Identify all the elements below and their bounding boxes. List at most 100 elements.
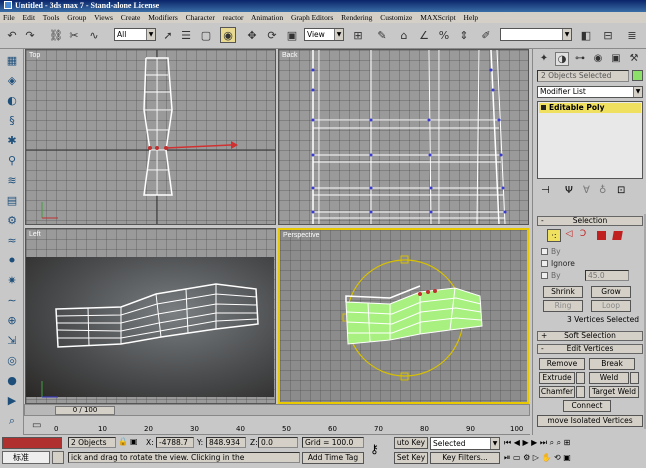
menu-customize[interactable]: Customize [380,13,412,22]
select-and-rotate-icon[interactable]: ⟳ [264,27,280,43]
select-and-move-icon[interactable]: ✥ [244,27,260,43]
utilities-tab-icon[interactable]: ⚒ [627,52,641,66]
lock-selection-icon[interactable]: 🔒 [118,437,128,448]
track-bar-icon[interactable]: ▭ [32,420,46,432]
spinner-snap-icon[interactable]: ⇕ [456,27,472,43]
set-key-button[interactable]: Set Key [394,452,428,464]
fracture-icon[interactable]: ✷ [4,273,20,289]
cloth-icon[interactable]: ◈ [4,73,20,89]
maximize-viewport-icon[interactable]: ▣ [563,453,571,462]
go-to-start-icon[interactable]: ⏮ [504,438,511,447]
display-tab-icon[interactable]: ▣ [609,52,623,66]
align-icon[interactable]: ⊟ [600,27,616,43]
maxscript-listener-icon[interactable] [2,437,62,449]
menu-group[interactable]: Group [67,13,86,22]
configure-sets-icon[interactable]: ⊡ [617,185,625,196]
ball-socket-icon[interactable]: ● [4,373,20,389]
mirror-icon[interactable]: ◧ [578,27,594,43]
break-button[interactable]: Break [589,358,635,370]
modify-tab-icon[interactable]: ◑ [555,52,569,66]
arc-rotate-icon[interactable]: ⟲ [554,453,561,462]
viewport-left[interactable]: Left [25,228,276,404]
y-coordinate-field[interactable]: 848.934 [206,437,246,448]
previous-frame-icon[interactable]: ◀ [514,438,520,447]
motor-icon[interactable]: ⚙ [4,213,20,229]
soft-selection-rollout-header[interactable]: + Soft Selection [537,331,643,341]
remove-button[interactable]: Remove [539,358,585,370]
chamfer-button[interactable]: Chamfer [539,386,575,398]
motion-tab-icon[interactable]: ◉ [591,52,605,66]
percent-snap-icon[interactable]: % [436,27,452,43]
pivot-center-icon[interactable]: ⊞ [350,27,366,43]
toy-car-icon[interactable]: ⚫ [4,253,20,269]
select-by-name-icon[interactable]: ☰ [178,27,194,43]
hinge-icon[interactable]: ⚲ [4,153,20,169]
key-filters-button[interactable]: Key Filters... [430,452,500,464]
hierarchy-tab-icon[interactable]: ⊶ [573,52,587,66]
key-mode-dropdown[interactable]: Selected ▼ [430,437,500,450]
remove-modifier-icon[interactable]: ♁ [599,185,606,196]
weld-settings-icon[interactable] [630,372,639,384]
make-unique-icon[interactable]: ∀ [583,185,590,196]
select-and-scale-icon[interactable]: ▣ [284,27,300,43]
point-constraint-icon[interactable]: ⊕ [4,313,20,329]
menu-views[interactable]: Views [94,13,113,22]
weld-button[interactable]: Weld [589,372,629,384]
rigid-body-icon[interactable]: ▦ [4,53,20,69]
stack-item-editable-poly[interactable]: Editable Poly [539,103,641,113]
prismatic-icon[interactable]: ⇲ [4,333,20,349]
ring-button[interactable]: Ring [543,300,583,312]
menu-help[interactable]: Help [464,13,479,22]
angle-snap-icon[interactable]: ∠ [416,27,432,43]
set-key-mode-icon[interactable]: ⚷ [370,443,390,455]
connect-button[interactable]: Connect [563,400,611,412]
grow-button[interactable]: Grow [591,286,631,298]
track-bar[interactable]: ▭ 0 10 20 30 40 50 60 70 80 90 100 [24,417,530,435]
soft-body-icon[interactable]: ◐ [4,93,20,109]
menu-rendering[interactable]: Rendering [341,13,372,22]
constraint-icon[interactable]: ✱ [4,133,20,149]
go-to-end-icon[interactable]: ⏭ [540,438,547,447]
object-color-swatch[interactable] [632,70,643,81]
menu-modifiers[interactable]: Modifiers [148,13,178,22]
preview-icon[interactable]: ▶ [4,393,20,409]
pan-icon[interactable]: ✋ [541,453,551,462]
time-slider-thumb[interactable]: 0 / 100 [55,406,115,415]
viewport-back[interactable]: Back [278,49,529,225]
redo-icon[interactable]: ↷ [22,27,38,43]
time-config-icon[interactable]: ⚙ [523,453,530,462]
menu-character[interactable]: Character [186,13,215,22]
car-wheel-icon[interactable]: ◎ [4,353,20,369]
select-and-manipulate-icon[interactable]: ✎ [374,27,390,43]
ref-coord-dropdown[interactable]: View ▼ [304,28,344,41]
layer-manager-icon[interactable]: ≣ [624,27,640,43]
wind-icon[interactable]: ≈ [4,233,20,249]
pin-stack-icon[interactable]: ⊣ [541,185,550,196]
water-icon[interactable]: ∼ [4,293,20,309]
spring-icon[interactable]: ≋ [4,173,20,189]
show-end-result-icon[interactable]: Ψ [565,185,573,196]
chamfer-settings-icon[interactable] [576,386,585,398]
menu-graph-editors[interactable]: Graph Editors [291,13,333,22]
create-tab-icon[interactable]: ✦ [537,52,551,66]
viewport-perspective[interactable]: Perspective [278,228,529,404]
ime-indicator[interactable]: 标准 [2,451,50,464]
element-mode-icon[interactable] [612,231,623,240]
key-mode-toggle-icon[interactable]: ⏯ [504,453,510,462]
ignore-backfacing-checkbox[interactable]: Ignore [541,259,575,269]
rectangular-selection-icon[interactable]: ▢ [198,27,214,43]
vertex-mode-icon[interactable]: ·: [547,229,561,242]
viewport-top[interactable]: Top [25,49,276,225]
ime-toggle-icon[interactable] [52,451,64,464]
plane-icon[interactable]: ▤ [4,193,20,209]
menu-reactor[interactable]: reactor [223,13,244,22]
snap-toggle-icon[interactable]: ⌂ [396,27,412,43]
selection-filter-dropdown[interactable]: All ▼ [114,28,156,41]
menu-create[interactable]: Create [121,13,141,22]
polygon-mode-icon[interactable] [597,231,606,240]
play-icon[interactable]: ▶ [522,438,528,447]
object-name-field[interactable]: 2 Objects Selected [537,70,629,82]
absolute-mode-icon[interactable]: ▣ [130,437,142,448]
shrink-button[interactable]: Shrink [543,286,583,298]
extrude-button[interactable]: Extrude [539,372,575,384]
